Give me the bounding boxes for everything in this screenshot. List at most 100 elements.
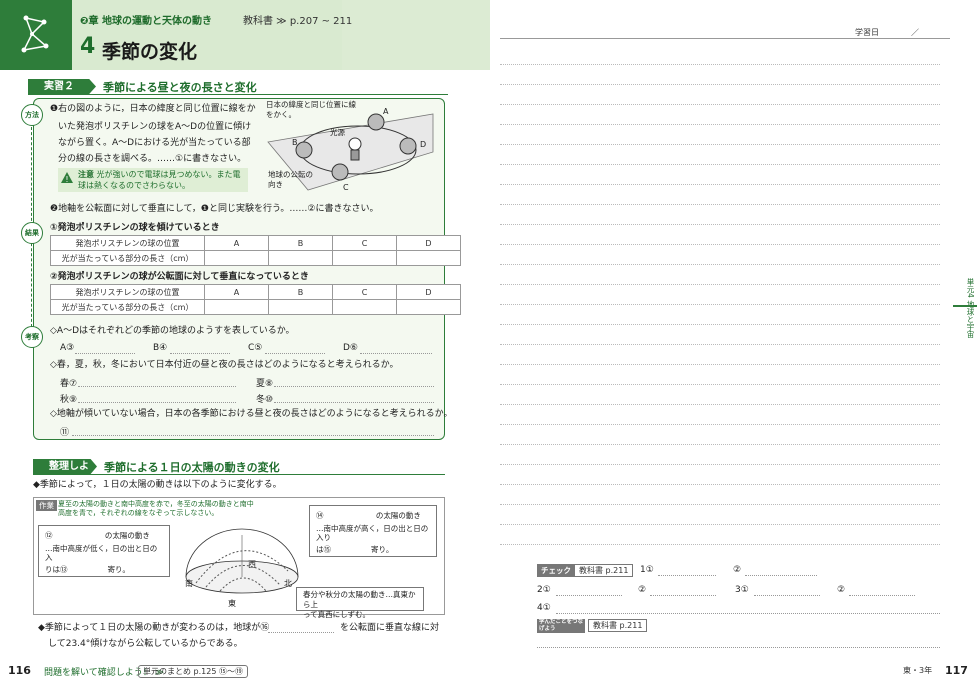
col-a: A bbox=[204, 284, 269, 300]
answer-cell[interactable] bbox=[268, 299, 333, 315]
note-line[interactable] bbox=[500, 544, 940, 545]
fig-b: B bbox=[292, 138, 298, 147]
check-tag: チェック bbox=[537, 564, 575, 577]
note-line[interactable] bbox=[500, 364, 940, 365]
answer-line[interactable] bbox=[265, 353, 325, 354]
check-1-2: ② bbox=[733, 565, 742, 575]
col-b: B bbox=[268, 284, 333, 300]
warning-tag: 注意 bbox=[78, 170, 94, 179]
eq-line1: 春分や秋分の太陽の動き…真東から上 bbox=[303, 590, 416, 609]
note-line[interactable] bbox=[500, 444, 940, 445]
organize-title: 季節による１日の太陽の動きの変化 bbox=[104, 461, 280, 474]
answer-line[interactable] bbox=[78, 386, 236, 387]
c14-line2: …南中高度が高く，日の出と日の入り bbox=[316, 524, 429, 542]
note-line[interactable] bbox=[500, 424, 940, 425]
blank-11: ⑪ bbox=[60, 428, 70, 438]
section-rule bbox=[28, 94, 448, 95]
chapter-label: ❷章 地球の運動と天体の動き bbox=[80, 16, 212, 27]
answer-line[interactable] bbox=[556, 613, 940, 614]
right-page-number: 117 bbox=[945, 664, 968, 677]
table-row-header: 発泡ポリスチレンの球の位置 bbox=[50, 235, 205, 251]
note-line[interactable] bbox=[500, 224, 940, 225]
answer-line[interactable] bbox=[556, 595, 622, 596]
note-line[interactable] bbox=[500, 124, 940, 125]
answer-line[interactable] bbox=[170, 353, 230, 354]
answer-cell[interactable] bbox=[396, 299, 461, 315]
method-label: 方法 bbox=[21, 104, 43, 126]
answer-line[interactable] bbox=[75, 353, 135, 354]
c14-line3: は⑮ bbox=[316, 545, 331, 554]
note-line[interactable] bbox=[500, 324, 940, 325]
left-page-number: 116 bbox=[8, 664, 31, 677]
table-row-header: 光が当たっている部分の長さ（cm） bbox=[50, 250, 205, 266]
section-rule bbox=[33, 474, 445, 475]
note-line[interactable] bbox=[500, 204, 940, 205]
answer-line[interactable] bbox=[360, 353, 432, 354]
dir-west: 西 bbox=[248, 560, 256, 569]
constellation-icon bbox=[21, 15, 49, 53]
answer-cell[interactable] bbox=[332, 299, 397, 315]
left-page: ❷章 地球の運動と天体の動き 教科書 ≫ p.207 ~ 211 4 季節の変化… bbox=[0, 0, 490, 691]
note-line[interactable] bbox=[500, 464, 940, 465]
organize-lead: ◆季節によって，１日の太陽の動きは以下のように変化する。 bbox=[33, 480, 282, 490]
blank-autumn: 秋⑨ bbox=[60, 395, 78, 405]
note-line[interactable] bbox=[500, 404, 940, 405]
summary-ref-link[interactable]: 単元のまとめ p.125 ⑮～⑲ bbox=[138, 665, 248, 678]
summary-2: して23.4°傾けながら公転しているからである。 bbox=[48, 639, 243, 649]
answer-line[interactable] bbox=[745, 575, 817, 576]
step1-line4: 分の線の長さを調べる。……①に書きなさい。 bbox=[58, 154, 247, 164]
work-text: 夏至の太陽の動きと南中高度を赤で，冬至の太陽の動きと南中高度を青で，それぞれの線… bbox=[58, 500, 254, 517]
blank-summer: 夏⑧ bbox=[256, 379, 274, 389]
dir-east: 東 bbox=[228, 599, 236, 608]
answer-cell[interactable] bbox=[204, 299, 269, 315]
answer-line[interactable] bbox=[658, 575, 716, 576]
fig-lat-label: 日本の緯度と同じ位置に線をかく。 bbox=[266, 100, 356, 119]
note-line[interactable] bbox=[500, 64, 940, 65]
note-line[interactable] bbox=[500, 504, 940, 505]
blank-12: ⑫ bbox=[45, 531, 53, 540]
check-4-1: 4① bbox=[537, 603, 551, 613]
step1-line2: いた発泡ポリスチレンの球をA～Dの位置に傾け bbox=[58, 122, 252, 132]
answer-line[interactable] bbox=[754, 595, 820, 596]
note-line[interactable] bbox=[500, 84, 940, 85]
col-d: D bbox=[396, 235, 461, 251]
result1-title: ①発泡ポリスチレンの球を傾けているとき bbox=[50, 223, 220, 233]
fig-a: A bbox=[383, 107, 389, 116]
answer-line[interactable] bbox=[72, 435, 434, 436]
step1-line1: ❶右の図のように，日本の緯度と同じ位置に線をか bbox=[50, 104, 256, 114]
note-line[interactable] bbox=[500, 264, 940, 265]
page-title: 季節の変化 bbox=[102, 41, 198, 63]
answer-line[interactable] bbox=[274, 386, 434, 387]
check-ref: 教科書 p.211 bbox=[574, 564, 634, 577]
learned-tag: 学んだことをつなげよう bbox=[537, 619, 585, 633]
note-line[interactable] bbox=[500, 144, 940, 145]
note-line[interactable] bbox=[500, 244, 940, 245]
check-3-2: ② bbox=[837, 585, 846, 595]
answer-line[interactable] bbox=[849, 595, 915, 596]
answer-line[interactable] bbox=[268, 632, 334, 633]
note-line[interactable] bbox=[500, 344, 940, 345]
experiment-title: 季節による昼と夜の長さと変化 bbox=[103, 81, 257, 94]
answer-cell[interactable] bbox=[204, 250, 269, 266]
note-line[interactable] bbox=[500, 484, 940, 485]
note-line[interactable] bbox=[500, 104, 940, 105]
note-line[interactable] bbox=[500, 304, 940, 305]
note-line[interactable] bbox=[500, 284, 940, 285]
blank-a: A③ bbox=[60, 343, 75, 353]
note-line[interactable] bbox=[500, 384, 940, 385]
answer-cell[interactable] bbox=[396, 250, 461, 266]
c14-suffix: の太陽の動き bbox=[375, 511, 421, 520]
answer-line[interactable] bbox=[537, 647, 940, 648]
note-line[interactable] bbox=[500, 164, 940, 165]
answer-cell[interactable] bbox=[268, 250, 333, 266]
equinox-callout: 春分や秋分の太陽の動き…真東から上 って真西にしずむ。 bbox=[296, 587, 424, 619]
answer-cell[interactable] bbox=[332, 250, 397, 266]
answer-line[interactable] bbox=[650, 595, 716, 596]
warning-text: 光が強いので電球は見つめない。また電球は熱くなるのでさわらない。 bbox=[78, 170, 241, 190]
answer-line[interactable] bbox=[274, 402, 434, 403]
answer-line[interactable] bbox=[78, 402, 236, 403]
note-line[interactable] bbox=[500, 184, 940, 185]
learned-ref: 教科書 p.211 bbox=[588, 619, 648, 632]
fig-c: C bbox=[343, 183, 349, 192]
note-line[interactable] bbox=[500, 524, 940, 525]
